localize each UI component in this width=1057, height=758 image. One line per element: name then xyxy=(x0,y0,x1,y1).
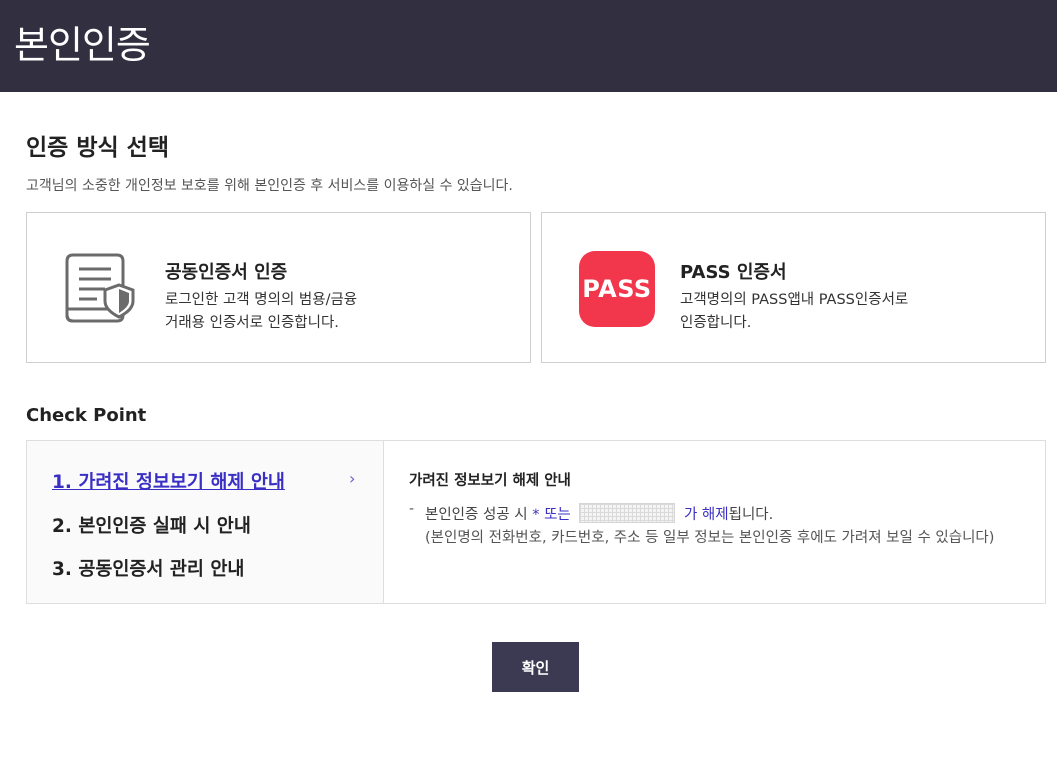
pass-logo: PASS xyxy=(579,251,655,327)
detail-note: (본인명의 전화번호, 카드번호, 주소 등 일부 정보는 본인인증 후에도 가… xyxy=(425,530,995,546)
option-title: 공동인증서 인증 xyxy=(165,262,288,283)
chevron-right-icon: › xyxy=(349,469,356,488)
page-title: 본인인증 xyxy=(14,23,151,67)
section-description: 고객님의 소중한 개인정보 보호를 위해 본인인증 후 서비스를 이용하실 수 … xyxy=(26,178,513,194)
page-header: 본인인증 xyxy=(0,0,1057,92)
detail-line: 본인인증 성공 시 * 또는 가 해제됩니다. xyxy=(425,503,773,524)
bullet-dash: - xyxy=(409,501,415,517)
section-title: 인증 방식 선택 xyxy=(26,135,169,161)
option-description: 고객명의의 PASS앱내 PASS인증서로 인증합니다. xyxy=(680,292,909,331)
checkpoint-item-auth-failure[interactable]: 2. 본인인증 실패 시 안내 xyxy=(52,512,251,538)
detail-title: 가려진 정보보기 해제 안내 xyxy=(409,473,571,489)
checkpoint-item-masked-info[interactable]: 1. 가려진 정보보기 해제 안내 xyxy=(52,468,285,494)
masked-info-sample xyxy=(579,503,676,523)
joint-certificate-option[interactable]: 공동인증서 인증 로그인한 고객 명의의 범용/금융 거래용 인증서로 인증합니… xyxy=(26,212,531,363)
pass-certificate-option[interactable]: PASS PASS 인증서 고객명의의 PASS앱내 PASS인증서로 인증합니… xyxy=(541,212,1046,363)
option-title: PASS 인증서 xyxy=(680,262,787,283)
certificate-icon xyxy=(63,249,143,329)
confirm-button[interactable]: 확인 xyxy=(492,642,579,692)
checkpoint-title: Check Point xyxy=(26,405,147,426)
checkpoint-menu: 1. 가려진 정보보기 해제 안내 › 2. 본인인증 실패 시 안내 3. 공… xyxy=(27,441,384,603)
option-description: 로그인한 고객 명의의 범용/금융 거래용 인증서로 인증합니다. xyxy=(165,292,358,331)
checkpoint-panel: 1. 가려진 정보보기 해제 안내 › 2. 본인인증 실패 시 안내 3. 공… xyxy=(26,440,1046,604)
checkpoint-item-certificate-management[interactable]: 3. 공동인증서 관리 안내 xyxy=(52,555,244,581)
